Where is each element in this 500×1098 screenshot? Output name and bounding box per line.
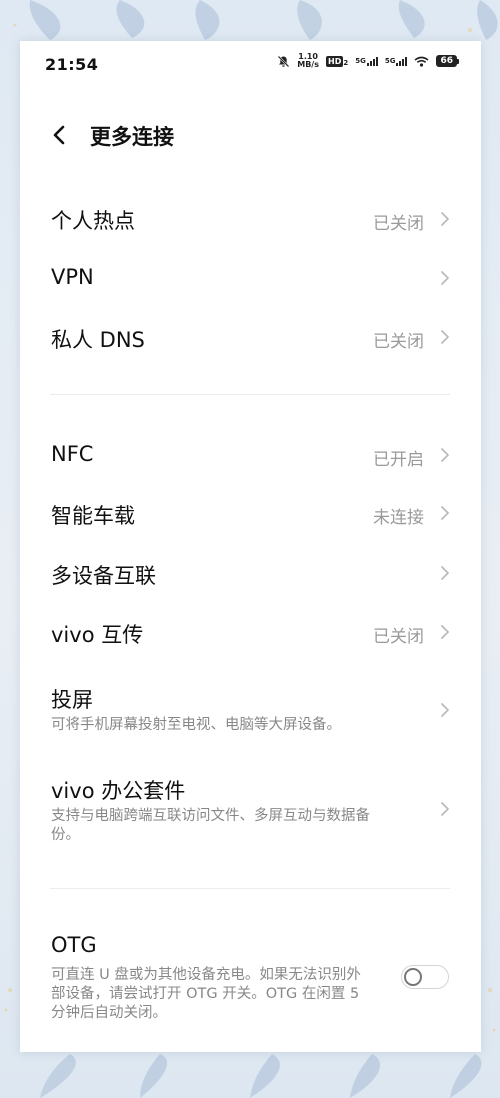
screen-cast-desc: 可将手机屏幕投射至电视、电脑等大屏设备。: [51, 717, 341, 733]
hotspot-status: 已关闭: [373, 214, 424, 234]
office-suite-desc: 支持与电脑跨端互联访问文件、多屏互动与数据备份。: [51, 808, 370, 843]
chevron-right-icon: [441, 212, 449, 226]
chevron-right-icon: [441, 506, 449, 520]
otg-toggle[interactable]: [401, 965, 449, 989]
otg-title: OTG: [51, 933, 97, 957]
nfc-status: 已开启: [373, 450, 424, 470]
hd-sub: 2: [343, 58, 349, 67]
car-title: 智能车载: [51, 504, 135, 528]
hotspot-title: 个人热点: [51, 209, 135, 233]
multi-device-row[interactable]: 多设备互联: [20, 543, 481, 602]
status-bar: 21:54 1.10 MB/s HD 2 5G 5G 66: [20, 41, 481, 87]
car-status: 未连接: [373, 508, 424, 528]
otg-row: OTG 可直连 U 盘或为其他设备充电。如果无法识别外部设备，请尝试打开 OTG…: [20, 921, 481, 1031]
sim2-label: 5G: [384, 56, 396, 65]
chevron-right-icon: [441, 625, 449, 639]
chevron-left-icon: [53, 125, 65, 145]
nfc-title: NFC: [51, 442, 94, 466]
private-dns-status: 已关闭: [373, 332, 424, 352]
page-title: 更多连接: [90, 125, 174, 149]
vivo-share-row[interactable]: vivo 互传 已关闭: [20, 602, 481, 661]
otg-desc: 可直连 U 盘或为其他设备充电。如果无法识别外部设备，请尝试打开 OTG 开关。…: [51, 967, 361, 1021]
chevron-right-icon: [441, 703, 449, 717]
hotspot-row[interactable]: 个人热点 已关闭: [20, 189, 481, 248]
header: 更多连接: [20, 111, 481, 159]
battery-icon: 66: [436, 55, 459, 67]
chevron-right-icon: [441, 448, 449, 462]
toggle-knob: [404, 968, 422, 986]
screen-cast-title: 投屏: [51, 688, 93, 712]
status-time: 21:54: [45, 55, 99, 74]
battery-level: 66: [436, 55, 457, 67]
chevron-right-icon: [441, 802, 449, 816]
mute-bell-icon: [277, 55, 290, 67]
sim1-label: 5G: [355, 56, 366, 65]
private-dns-title: 私人 DNS: [51, 328, 145, 352]
chevron-right-icon: [441, 566, 449, 580]
signal-icon: 5G: [355, 56, 378, 66]
vivo-share-title: vivo 互传: [51, 623, 144, 647]
nfc-row[interactable]: NFC 已开启: [20, 425, 481, 484]
chevron-right-icon: [441, 271, 449, 285]
section-divider: [50, 888, 450, 889]
hd-voice-icon: HD 2: [326, 55, 349, 67]
chevron-right-icon: [441, 330, 449, 344]
vpn-row[interactable]: VPN: [20, 248, 481, 307]
section-divider: [50, 394, 450, 395]
net-speed-unit: MB/s: [297, 60, 319, 69]
net-speed: 1.10 MB/s: [297, 53, 319, 69]
office-suite-row[interactable]: vivo 办公套件 支持与电脑跨端互联访问文件、多屏互动与数据备份。: [20, 761, 481, 861]
private-dns-row[interactable]: 私人 DNS 已关闭: [20, 307, 481, 366]
multi-device-title: 多设备互联: [51, 564, 156, 588]
screen-cast-row[interactable]: 投屏 可将手机屏幕投射至电视、电脑等大屏设备。: [20, 671, 481, 747]
back-button[interactable]: [46, 121, 74, 149]
vivo-share-status: 已关闭: [373, 627, 424, 647]
office-suite-title: vivo 办公套件: [51, 779, 186, 803]
hd-label: HD: [326, 55, 344, 67]
vpn-title: VPN: [51, 265, 94, 289]
wifi-icon: [414, 56, 429, 67]
phone-screen: 21:54 1.10 MB/s HD 2 5G 5G 66 更多连接 个人热点 …: [20, 41, 481, 1052]
signal-icon: 5G: [384, 56, 408, 66]
car-row[interactable]: 智能车载 未连接: [20, 484, 481, 543]
status-icons: 1.10 MB/s HD 2 5G 5G 66: [277, 53, 459, 69]
